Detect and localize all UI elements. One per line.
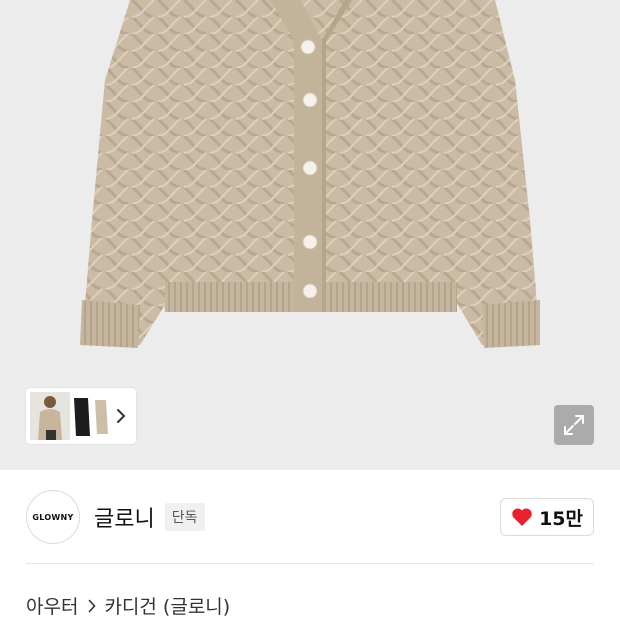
thumbnail-strip[interactable] xyxy=(26,388,136,444)
thumbnail-model[interactable] xyxy=(30,392,70,440)
divider xyxy=(26,563,594,564)
breadcrumb-subcategory[interactable]: 카디건 (글로니) xyxy=(104,592,230,619)
thumbnail-black[interactable] xyxy=(72,392,92,440)
breadcrumb: 아우터 카디건 (글로니) xyxy=(26,592,230,619)
like-button[interactable]: 15만 xyxy=(500,498,594,536)
exclusive-badge: 단독 xyxy=(164,503,205,531)
brand-name[interactable]: 글로니 xyxy=(94,501,155,533)
brand-logo-text: GLOWNY xyxy=(32,512,74,522)
product-image[interactable] xyxy=(0,0,620,470)
thumbnail-beige[interactable] xyxy=(94,392,110,440)
expand-image-button[interactable] xyxy=(554,405,594,445)
brand-row: GLOWNY 글로니 단독 15만 xyxy=(26,490,594,544)
breadcrumb-category[interactable]: 아우터 xyxy=(26,592,78,619)
chevron-right-icon xyxy=(88,599,97,613)
like-count: 15만 xyxy=(539,507,583,530)
chevron-right-icon[interactable] xyxy=(116,408,126,424)
expand-icon xyxy=(564,415,584,435)
heart-icon xyxy=(512,508,532,526)
brand-logo[interactable]: GLOWNY xyxy=(26,490,80,544)
